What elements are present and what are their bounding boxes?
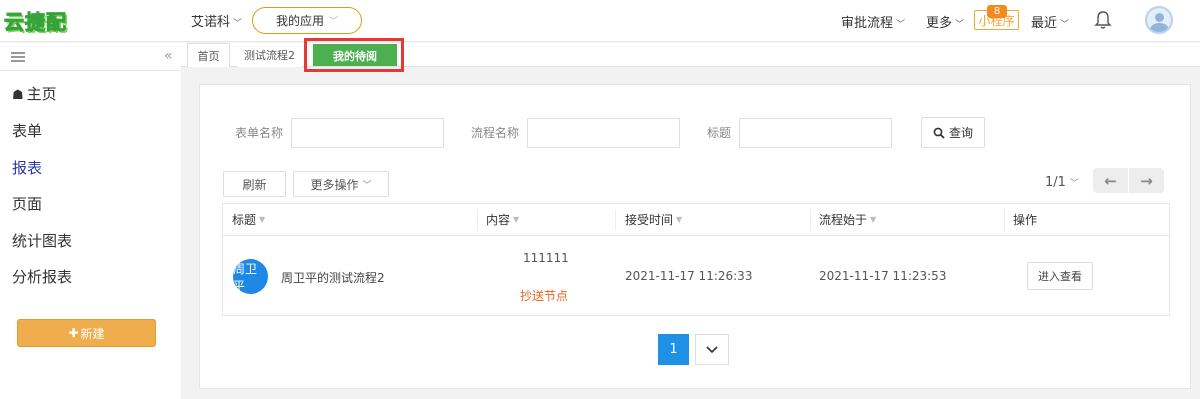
- bell-icon[interactable]: [1094, 10, 1112, 30]
- nav-more[interactable]: 更多 ﹀: [926, 12, 964, 31]
- form-name-input[interactable]: [291, 118, 444, 148]
- sidebar-item-pages[interactable]: 页面: [12, 193, 42, 214]
- sidebar: « ☗ 主页 表单 报表 页面 统计图表 分析报表 ✚ 新建: [0, 43, 181, 399]
- page-info-dropdown[interactable]: 1/1 ﹀: [1045, 175, 1079, 190]
- chevron-down-icon: ﹀: [233, 19, 243, 29]
- cc-node-tag: 抄送节点: [520, 289, 569, 303]
- pending-read-table: 标题 ▼ 内容 ▼ 接受时间 ▼ 流程始于 ▼ 操作 周卫平 周卫平的测试流程2 111…: [222, 203, 1170, 316]
- nav-approval-flow-label: 审批流程: [841, 16, 894, 31]
- sidebar-item-label: 页面: [12, 195, 43, 213]
- user-avatar[interactable]: [1145, 6, 1173, 34]
- tenant-switcher[interactable]: 艾诺科 ﹀: [191, 11, 242, 30]
- sidebar-item-forms[interactable]: 表单: [12, 120, 42, 141]
- column-header-content[interactable]: 内容 ▼: [486, 204, 519, 235]
- home-icon: ☗: [12, 88, 24, 103]
- view-details-button[interactable]: 进入查看: [1027, 262, 1093, 290]
- tab-home[interactable]: 首页: [187, 43, 230, 67]
- chevron-down-icon: ﹀: [1060, 20, 1070, 30]
- header-divider: [223, 235, 1169, 236]
- header-label: 标题: [232, 213, 257, 227]
- form-name-label: 表单名称: [235, 126, 284, 140]
- notification-count-badge: 8: [987, 5, 1007, 18]
- title-input[interactable]: [739, 118, 892, 148]
- column-header-received-time[interactable]: 接受时间 ▼: [625, 204, 682, 235]
- title-label: 标题: [707, 126, 732, 140]
- row-received-time: 2021-11-17 11:26:33: [625, 269, 753, 283]
- plus-icon: ✚: [68, 326, 79, 340]
- my-apps-label: 我的应用: [275, 14, 324, 28]
- query-button[interactable]: 查询: [921, 117, 985, 148]
- menu-icon[interactable]: [11, 52, 25, 62]
- sidebar-item-label: 主页: [26, 85, 57, 103]
- column-header-actions: 操作: [1013, 204, 1037, 235]
- view-details-label: 进入查看: [1038, 270, 1082, 283]
- query-button-label: 查询: [948, 126, 973, 140]
- page-arrows: ← →: [1093, 168, 1164, 193]
- search-icon: [933, 127, 945, 139]
- arrow-left-icon[interactable]: ←: [1093, 168, 1129, 193]
- sort-icon: ▼: [259, 215, 266, 224]
- page-info-text: 1/1: [1045, 175, 1066, 190]
- more-operations-button[interactable]: 更多操作 ﹀: [293, 171, 389, 197]
- sidebar-item-label: 统计图表: [12, 232, 73, 250]
- row-flow-start: 2021-11-17 11:23:53: [819, 269, 947, 283]
- chevron-down-icon: ﹀: [1069, 179, 1079, 189]
- chevron-down-icon: [706, 345, 718, 353]
- flow-name-input[interactable]: [527, 118, 680, 148]
- sort-icon: ▼: [513, 215, 520, 224]
- sidebar-item-label: 报表: [12, 159, 43, 177]
- page-size-dropdown[interactable]: [695, 334, 729, 365]
- page-number-button[interactable]: 1: [658, 334, 689, 365]
- sidebar-item-label: 分析报表: [12, 268, 73, 286]
- header-label: 操作: [1013, 213, 1038, 227]
- sort-icon: ▼: [676, 215, 683, 224]
- header-label: 流程始于: [819, 213, 868, 227]
- sidebar-item-analysis-reports[interactable]: 分析报表: [12, 266, 72, 287]
- tab-label: 首页: [197, 49, 220, 63]
- chevron-down-icon: ﹀: [955, 20, 965, 30]
- sidebar-item-stat-charts[interactable]: 统计图表: [12, 230, 72, 251]
- chevron-down-icon: ﹀: [329, 17, 339, 27]
- nav-recent[interactable]: 最近 ﹀: [1031, 12, 1069, 31]
- header-label: 接受时间: [625, 213, 674, 227]
- app-logo[interactable]: 云捷配: [4, 5, 67, 35]
- my-apps-dropdown[interactable]: 我的应用 ﹀: [252, 7, 362, 34]
- column-header-flow-start[interactable]: 流程始于 ▼: [819, 204, 876, 235]
- top-navbar: 云捷配 艾诺科 ﹀ 我的应用 ﹀ 审批流程 ﹀ 更多 ﹀ 小程序 8 最近 ﹀: [0, 0, 1200, 42]
- column-header-title[interactable]: 标题 ▼: [232, 204, 265, 235]
- nav-recent-label: 最近: [1031, 16, 1058, 31]
- collapse-sidebar-icon[interactable]: «: [164, 48, 173, 64]
- row-content: 111111: [523, 251, 569, 265]
- chevron-down-icon: ﹀: [896, 20, 906, 30]
- refresh-button[interactable]: 刷新: [223, 171, 286, 197]
- tenant-name: 艾诺科: [191, 15, 231, 30]
- header-label: 内容: [486, 213, 511, 227]
- more-operations-label: 更多操作: [310, 177, 359, 192]
- sort-icon: ▼: [870, 215, 877, 224]
- flow-name-label: 流程名称: [471, 126, 520, 140]
- sender-avatar: 周卫平: [233, 259, 268, 294]
- chevron-down-icon: ﹀: [362, 180, 372, 191]
- highlight-annotation: [304, 38, 404, 72]
- arrow-right-icon[interactable]: →: [1129, 168, 1164, 193]
- nav-more-label: 更多: [926, 16, 953, 31]
- tab-test-flow-2[interactable]: 测试流程2: [237, 43, 302, 67]
- tab-label: 测试流程2: [244, 49, 295, 62]
- new-button-label: 新建: [80, 326, 105, 341]
- sidebar-header: «: [0, 43, 181, 71]
- sidebar-item-label: 表单: [12, 122, 43, 140]
- refresh-label: 刷新: [242, 177, 267, 192]
- sidebar-item-reports[interactable]: 报表: [12, 157, 42, 178]
- sidebar-item-home[interactable]: ☗ 主页: [12, 83, 57, 104]
- main-content-card: 表单名称 流程名称 标题 查询 刷新 更多操作 ﹀ 1/1 ﹀ ← → 标题 ▼ 内容…: [199, 84, 1191, 389]
- nav-approval-flow[interactable]: 审批流程 ﹀: [841, 12, 905, 31]
- row-title[interactable]: 周卫平的测试流程2: [281, 269, 385, 286]
- new-button[interactable]: ✚ 新建: [17, 319, 156, 347]
